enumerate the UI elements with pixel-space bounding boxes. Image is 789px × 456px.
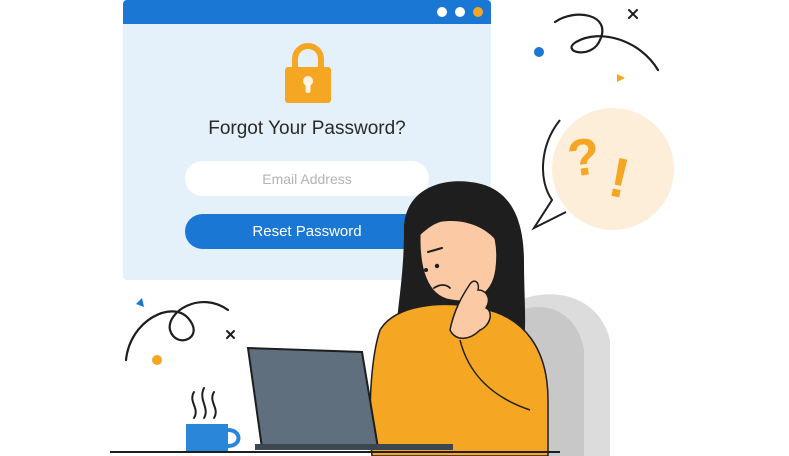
dot-decoration — [152, 355, 162, 365]
squiggle-decoration — [553, 13, 660, 72]
triangle-decoration — [617, 74, 625, 82]
sparkle-icon — [226, 330, 235, 339]
decor-layer — [110, 9, 660, 456]
steam-icon — [191, 387, 217, 419]
dot-decoration — [534, 47, 544, 57]
woman-eye — [434, 263, 440, 269]
squiggle-decoration — [124, 301, 230, 362]
triangle-decoration — [136, 298, 144, 307]
sparkle-icon — [628, 9, 638, 19]
laptop-base — [255, 444, 453, 450]
mug-handle — [227, 428, 241, 448]
woman-eye — [424, 268, 428, 272]
mug — [186, 424, 228, 452]
illustration-scene: Forgot Your Password? Reset Password — [0, 0, 789, 456]
laptop-screen — [246, 346, 380, 449]
